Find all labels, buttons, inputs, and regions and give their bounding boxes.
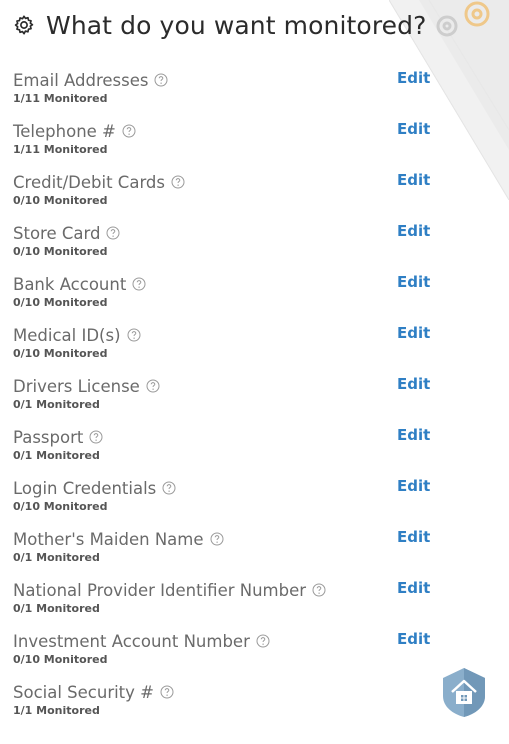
list-item-label: Medical ID(s) (13, 325, 121, 345)
list-item-status: 0/10 Monitored (13, 500, 108, 513)
list-item-title: Medical ID(s) (13, 324, 453, 346)
list-item-status: 0/1 Monitored (13, 449, 100, 462)
question-circle-icon[interactable] (312, 583, 326, 597)
list-item-status: 0/1 Monitored (13, 602, 100, 615)
list-item-status: 0/10 Monitored (13, 347, 108, 360)
edit-link[interactable]: Edit (397, 324, 430, 342)
question-circle-icon[interactable] (122, 124, 136, 138)
list-item-title: Mother's Maiden Name (13, 528, 453, 550)
list-item-label: Drivers License (13, 376, 140, 396)
list-item-label: Store Card (13, 223, 101, 243)
list-item-title: Credit/Debit Cards (13, 171, 453, 193)
question-circle-icon[interactable] (160, 685, 174, 699)
list-item-status: 0/1 Monitored (13, 398, 100, 411)
page-header: What do you want monitored? (12, 6, 426, 44)
list-item-label: National Provider Identifier Number (13, 580, 307, 600)
list-item-title: Bank Account (13, 273, 453, 295)
edit-link[interactable]: Edit (397, 222, 430, 240)
question-circle-icon[interactable] (171, 175, 185, 189)
question-circle-icon[interactable] (154, 73, 168, 87)
list-item-status: 1/11 Monitored (13, 143, 108, 156)
house-shield-icon[interactable] (441, 666, 487, 718)
edit-link[interactable]: Edit (397, 120, 430, 138)
list-item-label: Email Addresses (13, 70, 149, 90)
list-item-title: Telephone # (13, 120, 453, 142)
list-item-label: Login Credentials (13, 478, 157, 498)
edit-link[interactable]: Edit (397, 528, 430, 546)
list-item-status: 0/10 Monitored (13, 296, 108, 309)
list-item-title: Passport (13, 426, 453, 448)
list-item: Bank Account 0/10 Monitored Edit (13, 273, 453, 324)
list-item-title: National Provider Identifier Number (13, 579, 453, 601)
list-item-status: 1/11 Monitored (13, 92, 108, 105)
edit-link[interactable]: Edit (397, 69, 430, 87)
list-item-label: Investment Account Number (13, 631, 250, 651)
list-item-status: 0/10 Monitored (13, 245, 108, 258)
list-item-status: 0/10 Monitored (13, 653, 108, 666)
list-item-label: Telephone # (13, 121, 116, 141)
list-item: Credit/Debit Cards 0/10 Monitored Edit (13, 171, 453, 222)
edit-link[interactable]: Edit (397, 630, 430, 648)
list-item: Medical ID(s) 0/10 Monitored Edit (13, 324, 453, 375)
list-item-title: Investment Account Number (13, 630, 453, 652)
list-item-label: Passport (13, 427, 84, 447)
question-circle-icon[interactable] (106, 226, 120, 240)
edit-link[interactable]: Edit (397, 477, 430, 495)
list-item: Telephone # 1/11 Monitored Edit (13, 120, 453, 171)
list-item-status: 0/10 Monitored (13, 194, 108, 207)
list-item-status: 1/1 Monitored (13, 704, 100, 717)
edit-link[interactable]: Edit (397, 579, 430, 597)
gear-icon[interactable] (12, 13, 36, 37)
list-item-label: Social Security # (13, 682, 154, 702)
question-circle-icon[interactable] (210, 532, 224, 546)
monitored-items-list: Email Addresses 1/11 Monitored Edit Telepho… (13, 69, 453, 732)
edit-link[interactable]: Edit (397, 171, 430, 189)
list-item-title: Social Security # (13, 681, 453, 703)
question-circle-icon[interactable] (256, 634, 270, 648)
list-item: Passport 0/1 Monitored Edit (13, 426, 453, 477)
edit-link[interactable]: Edit (397, 426, 430, 444)
list-item: National Provider Identifier Number 0/1 M… (13, 579, 453, 630)
question-circle-icon[interactable] (162, 481, 176, 495)
page-title: What do you want monitored? (46, 10, 427, 40)
list-item-label: Credit/Debit Cards (13, 172, 166, 192)
list-item-label: Bank Account (13, 274, 127, 294)
list-item-title: Store Card (13, 222, 453, 244)
list-item: Social Security # 1/1 Monitored (13, 681, 453, 732)
list-item-title: Login Credentials (13, 477, 453, 499)
question-circle-icon[interactable] (146, 379, 160, 393)
list-item-title: Drivers License (13, 375, 453, 397)
list-item: Login Credentials 0/10 Monitored Edit (13, 477, 453, 528)
edit-link[interactable]: Edit (397, 273, 430, 291)
list-item: Investment Account Number 0/10 Monitored E… (13, 630, 453, 681)
list-item-label: Mother's Maiden Name (13, 529, 204, 549)
edit-link[interactable]: Edit (397, 375, 430, 393)
list-item-title: Email Addresses (13, 69, 453, 91)
question-circle-icon[interactable] (132, 277, 146, 291)
list-item-status: 0/1 Monitored (13, 551, 100, 564)
list-item: Mother's Maiden Name 0/1 Monitored Edit (13, 528, 453, 579)
question-circle-icon[interactable] (127, 328, 141, 342)
question-circle-icon[interactable] (89, 430, 103, 444)
list-item: Drivers License 0/1 Monitored Edit (13, 375, 453, 426)
list-item: Store Card 0/10 Monitored Edit (13, 222, 453, 273)
list-item: Email Addresses 1/11 Monitored Edit (13, 69, 453, 120)
